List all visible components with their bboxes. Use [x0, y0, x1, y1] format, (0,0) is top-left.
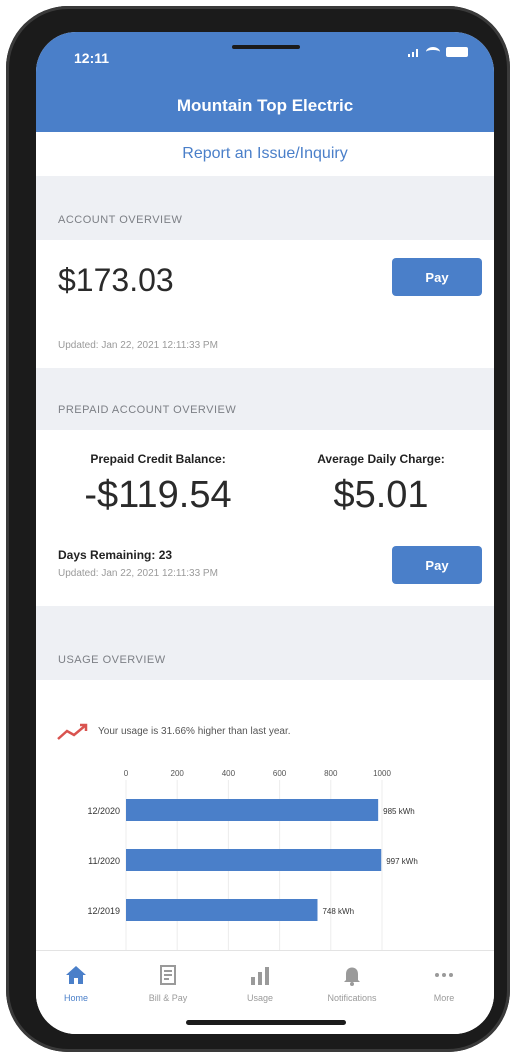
home-indicator [186, 1020, 346, 1025]
average-daily-charge-label: Average Daily Charge: [317, 452, 445, 466]
bell-icon [340, 963, 364, 987]
chart-tick-label: 800 [324, 769, 338, 778]
account-overview-heading-text: ACCOUNT OVERVIEW [58, 214, 183, 226]
prepaid-updated: Updated: Jan 22, 2021 12:11:33 PM [58, 568, 218, 579]
trend-up-icon [57, 723, 88, 740]
prepaid-credit-label: Prepaid Credit Balance: [90, 452, 226, 466]
prepaid-overview-heading-text: PREPAID ACCOUNT OVERVIEW [58, 404, 237, 416]
usage-overview-heading-text: USAGE OVERVIEW [58, 654, 166, 666]
account-pay-button[interactable]: Pay [392, 258, 482, 296]
tab-notifications-label: Notifications [327, 993, 377, 1003]
usage-overview-heading: USAGE OVERVIEW [36, 606, 494, 680]
usage-bar-chart: 0 200 400 600 800 1000 12/2020 985 kWh 11/2020 99… [87, 769, 418, 962]
chart-bar [126, 799, 379, 821]
signal-icon [408, 47, 420, 57]
chart-tick-label: 200 [171, 769, 185, 778]
chart-category-label: 12/2019 [87, 906, 120, 916]
chart-tick-label: 1000 [373, 769, 391, 778]
prepaid-overview-heading: PREPAID ACCOUNT OVERVIEW [36, 368, 494, 430]
chart-value-label: 985 kWh [383, 807, 415, 816]
prepaid-credit-value: -$119.54 [84, 474, 232, 516]
tab-more[interactable]: More [404, 963, 484, 1003]
app-header: 12:11 Mountain Top Electric [36, 32, 494, 132]
chart-tick-label: 0 [124, 769, 129, 778]
bill-icon [156, 963, 180, 987]
chart-tick-label: 600 [273, 769, 287, 778]
tab-home-label: Home [63, 993, 88, 1003]
tab-more-label: More [433, 993, 455, 1003]
status-icons [408, 47, 468, 57]
status-time: 12:11 [74, 50, 110, 66]
prepaid-overview-panel: Prepaid Credit Balance: -$119.54 Average… [36, 430, 494, 606]
usage-chart-icon [248, 963, 272, 987]
prepaid-pay-button[interactable]: Pay [392, 546, 482, 584]
chart-tick-label: 400 [222, 769, 236, 778]
more-icon [432, 963, 456, 987]
chart-value-label: 748 kWh [322, 907, 354, 916]
tab-usage[interactable]: Usage [220, 963, 300, 1003]
tab-bill-pay-label: Bill & Pay [148, 993, 188, 1003]
tab-home[interactable]: Home [36, 963, 116, 1003]
chart-bar [126, 899, 318, 921]
home-icon [64, 963, 88, 987]
app-title: Mountain Top Electric [176, 96, 354, 115]
wifi-icon [426, 47, 440, 57]
days-remaining: Days Remaining: 23 [58, 548, 173, 562]
chart-value-label: 997 kWh [386, 857, 418, 866]
phone-frame: 12:11 Mountain Top Electric Report an Is… [6, 6, 510, 1052]
chart-category-label: 11/2020 [88, 856, 120, 866]
tab-bill-pay[interactable]: Bill & Pay [128, 963, 208, 1003]
account-overview-panel: $173.03 Pay Updated: Jan 22, 2021 12:11:… [36, 240, 494, 368]
account-updated: Updated: Jan 22, 2021 12:11:33 PM [58, 340, 218, 351]
account-overview-heading: ACCOUNT OVERVIEW [36, 176, 494, 240]
usage-comparison-text: Your usage is 31.66% higher than last ye… [98, 726, 291, 737]
app-screen: 12:11 Mountain Top Electric Report an Is… [36, 32, 494, 1034]
chart-category-label: 12/2020 [87, 806, 120, 816]
tab-bar: Home Bill & Pay Usage Notifications More [36, 950, 494, 1034]
tab-usage-label: Usage [246, 993, 273, 1003]
average-daily-charge-value: $5.01 [333, 474, 429, 516]
battery-icon [446, 47, 468, 57]
tab-notifications[interactable]: Notifications [312, 963, 392, 1003]
report-issue-link[interactable]: Report an Issue/Inquiry [36, 132, 494, 176]
chart-bar [126, 849, 382, 871]
account-balance: $173.03 [58, 262, 174, 298]
speaker-notch [232, 45, 300, 49]
